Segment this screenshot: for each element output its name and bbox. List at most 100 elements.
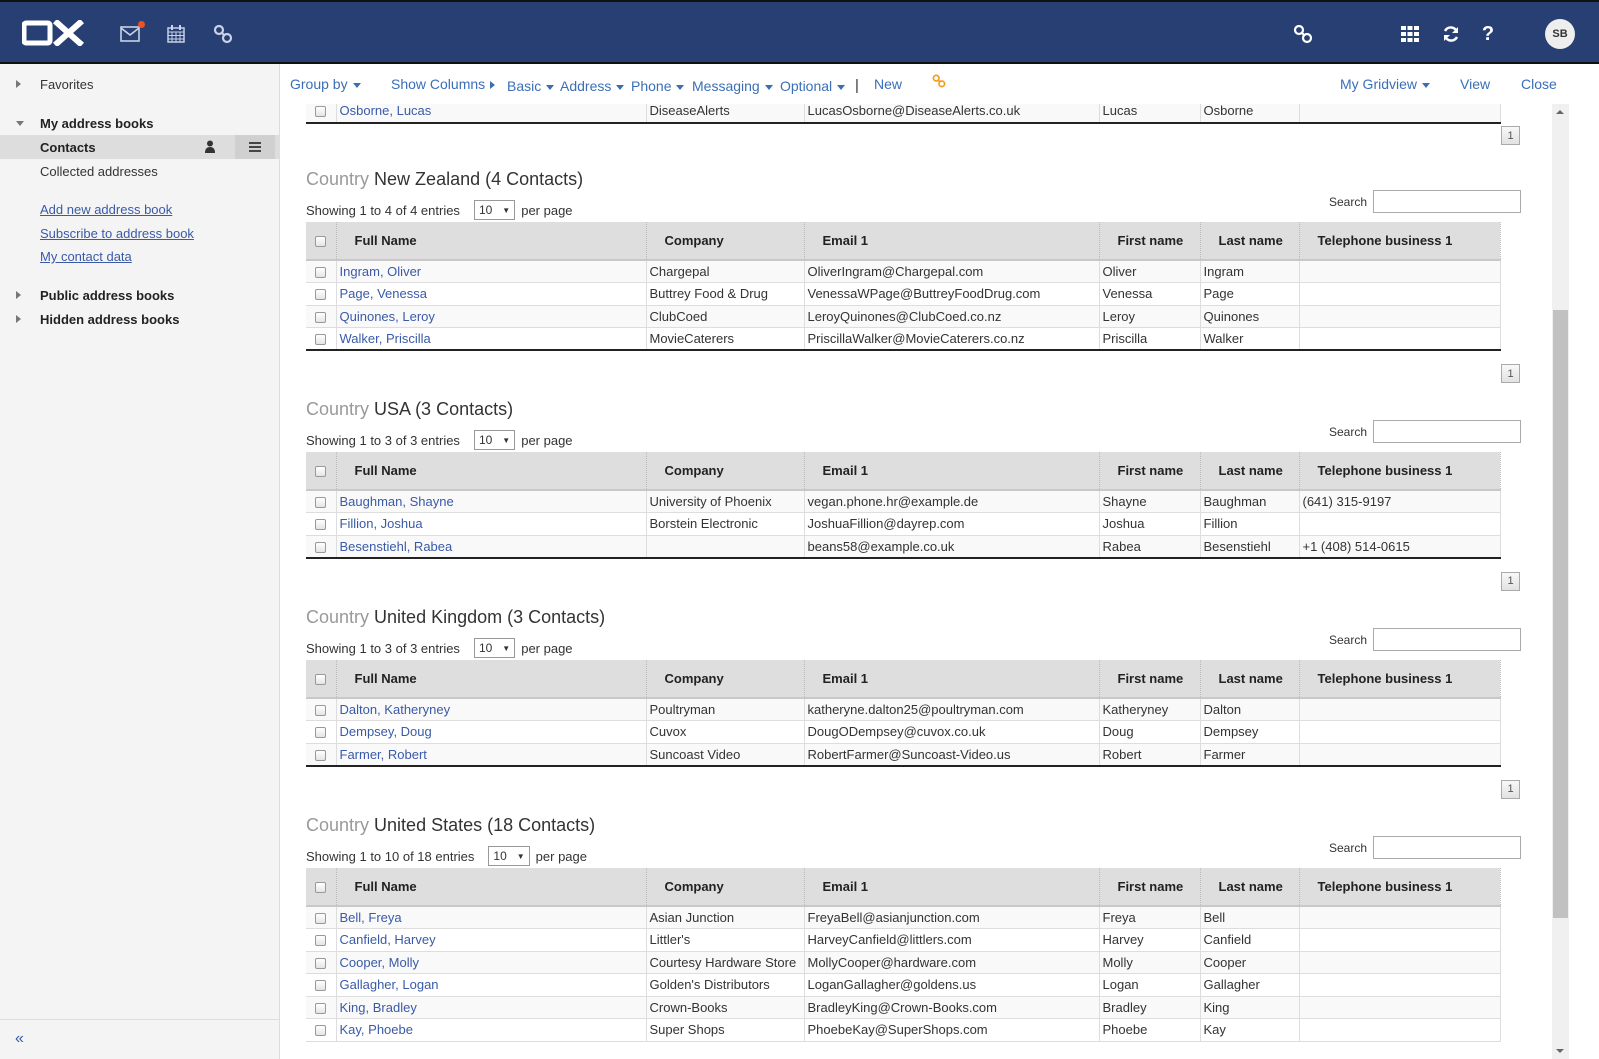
messaging-dropdown[interactable]: Messaging xyxy=(692,78,773,94)
select-all-checkbox[interactable] xyxy=(315,882,327,894)
column-header-first-name[interactable]: First name xyxy=(1099,222,1201,261)
table-row[interactable]: King, Bradley Crown-Books BradleyKing@Crow… xyxy=(306,996,1501,1019)
add-address-book-link[interactable]: Add new address book xyxy=(40,202,172,217)
link-icon[interactable] xyxy=(211,22,235,46)
scroll-down-icon[interactable] xyxy=(1556,1049,1564,1053)
table-row[interactable]: Canfield, Harvey Littler's HarveyCanfield@… xyxy=(306,928,1501,952)
vertical-scrollbar[interactable] xyxy=(1552,104,1569,1059)
address-dropdown[interactable]: Address xyxy=(560,78,625,94)
scrollbar-thumb[interactable] xyxy=(1553,310,1568,918)
table-row[interactable]: Gallagher, Logan Golden's Distributors Log… xyxy=(306,973,1501,997)
tree-hidden-address-books[interactable]: Hidden address books xyxy=(0,307,279,331)
table-row[interactable]: Quinones, Leroy ClubCoed LeroyQuinones@Clu… xyxy=(306,305,1501,328)
column-header-company[interactable]: Company xyxy=(646,660,805,699)
scroll-up-icon[interactable] xyxy=(1556,110,1564,114)
row-checkbox[interactable] xyxy=(315,519,327,531)
per-page-select[interactable]: 10 ▼ xyxy=(473,638,516,658)
search-input[interactable] xyxy=(1373,420,1521,443)
table-row[interactable]: Dempsey, Doug Cuvox DougODempsey@cuvox.co.… xyxy=(306,720,1501,744)
close-button[interactable]: Close xyxy=(1521,76,1557,92)
view-button[interactable]: View xyxy=(1460,76,1490,92)
basic-dropdown[interactable]: Basic xyxy=(507,78,555,94)
row-checkbox[interactable] xyxy=(315,749,327,761)
row-checkbox[interactable] xyxy=(315,980,327,992)
table-row[interactable]: Cooper, Molly Courtesy Hardware Store Moll… xyxy=(306,951,1501,974)
per-page-select[interactable]: 10 ▼ xyxy=(473,430,516,450)
contact-name-link[interactable]: Kay, Phoebe xyxy=(340,1022,413,1037)
select-all-checkbox[interactable] xyxy=(315,236,327,248)
row-checkbox[interactable] xyxy=(315,541,327,553)
pagination-page-1[interactable]: 1 xyxy=(1501,126,1520,145)
column-header-phone[interactable]: Telephone business 1 xyxy=(1299,452,1501,491)
new-button[interactable]: New xyxy=(874,76,902,92)
contact-name-link[interactable]: Farmer, Robert xyxy=(340,747,427,762)
table-row[interactable]: Ingram, Oliver Chargepal OliverIngram@Char… xyxy=(306,260,1501,283)
tree-contacts[interactable]: Contacts xyxy=(0,135,279,159)
row-checkbox[interactable] xyxy=(315,913,327,925)
table-row[interactable]: Fillion, Joshua Borstein Electronic Joshua… xyxy=(306,512,1501,536)
per-page-select[interactable]: 10 ▼ xyxy=(473,200,516,220)
row-checkbox[interactable] xyxy=(315,497,327,509)
contact-name-link[interactable]: King, Bradley xyxy=(340,1000,417,1015)
table-row[interactable]: Farmer, Robert Suncoast Video RobertFarmer… xyxy=(306,743,1501,767)
column-header-last-name[interactable]: Last name xyxy=(1200,660,1300,699)
tree-favorites[interactable]: Favorites xyxy=(0,72,279,96)
row-checkbox[interactable] xyxy=(315,334,327,346)
row-checkbox[interactable] xyxy=(315,267,327,279)
column-header-email[interactable]: Email 1 xyxy=(804,452,1100,491)
mail-icon[interactable] xyxy=(118,21,145,46)
search-input[interactable] xyxy=(1373,836,1521,859)
show-columns-menu[interactable]: Show Columns xyxy=(391,76,496,92)
column-header-full-name[interactable]: Full Name xyxy=(336,660,647,699)
avatar[interactable]: SB xyxy=(1545,19,1575,49)
table-row[interactable]: Kay, Phoebe Super Shops PhoebeKay@SuperSho… xyxy=(306,1018,1501,1042)
table-row[interactable]: Osborne, Lucas DiseaseAlerts LucasOsborn… xyxy=(306,104,1501,124)
caret-right-icon[interactable] xyxy=(16,291,21,299)
hamburger-menu-icon[interactable] xyxy=(235,135,275,159)
contact-name-link[interactable]: Page, Venessa xyxy=(340,286,427,301)
row-checkbox[interactable] xyxy=(315,311,327,323)
row-checkbox[interactable] xyxy=(315,935,327,947)
table-row[interactable]: Walker, Priscilla MovieCaterers PriscillaW… xyxy=(306,327,1501,351)
column-header-last-name[interactable]: Last name xyxy=(1200,868,1300,907)
column-header-full-name[interactable]: Full Name xyxy=(336,868,647,907)
refresh-icon[interactable] xyxy=(1439,22,1463,46)
pagination-page-1[interactable]: 1 xyxy=(1501,364,1520,384)
column-header-phone[interactable]: Telephone business 1 xyxy=(1299,660,1501,699)
contact-name-link[interactable]: Baughman, Shayne xyxy=(340,494,454,509)
contact-name-link[interactable]: Ingram, Oliver xyxy=(340,264,422,279)
contact-name-link[interactable]: Dalton, Katheryney xyxy=(340,702,451,717)
tree-public-address-books[interactable]: Public address books xyxy=(0,283,279,307)
phone-dropdown[interactable]: Phone xyxy=(631,78,685,94)
row-checkbox[interactable] xyxy=(315,106,327,118)
contact-name-link[interactable]: Bell, Freya xyxy=(340,910,402,925)
contact-name-link[interactable]: Cooper, Molly xyxy=(340,955,419,970)
table-row[interactable]: Baughman, Shayne University of Phoenix veg… xyxy=(306,490,1501,513)
pagination-page-1[interactable]: 1 xyxy=(1501,571,1520,591)
select-all-checkbox[interactable] xyxy=(315,466,327,478)
select-all-checkbox[interactable] xyxy=(315,674,327,686)
help-icon[interactable]: ? xyxy=(1476,22,1500,46)
per-page-select[interactable]: 10 ▼ xyxy=(488,846,530,866)
contact-name-link[interactable]: Canfield, Harvey xyxy=(340,932,436,947)
contact-name-link[interactable]: Walker, Priscilla xyxy=(340,331,431,346)
row-checkbox[interactable] xyxy=(315,705,327,717)
contact-name-link[interactable]: Osborne, Lucas xyxy=(340,104,432,118)
link-icon[interactable] xyxy=(1291,22,1315,46)
table-row[interactable]: Page, Venessa Buttrey Food & Drug VenessaW… xyxy=(306,282,1501,306)
caret-right-icon[interactable] xyxy=(16,80,21,88)
pagination-page-1[interactable]: 1 xyxy=(1501,779,1520,799)
collapse-sidebar-icon[interactable]: « xyxy=(15,1030,24,1048)
optional-dropdown[interactable]: Optional xyxy=(780,78,846,94)
column-header-company[interactable]: Company xyxy=(646,222,805,261)
caret-right-icon[interactable] xyxy=(16,315,21,323)
ox-logo[interactable] xyxy=(22,20,84,46)
group-by-dropdown[interactable]: Group by xyxy=(290,76,361,92)
row-checkbox[interactable] xyxy=(315,289,327,301)
subscribe-address-book-link[interactable]: Subscribe to address book xyxy=(40,226,194,241)
row-checkbox[interactable] xyxy=(315,957,327,969)
table-row[interactable]: Dalton, Katheryney Poultryman katheryne.da… xyxy=(306,698,1501,721)
column-header-full-name[interactable]: Full Name xyxy=(336,222,647,261)
column-header-last-name[interactable]: Last name xyxy=(1200,452,1300,491)
caret-down-icon[interactable] xyxy=(16,121,24,126)
